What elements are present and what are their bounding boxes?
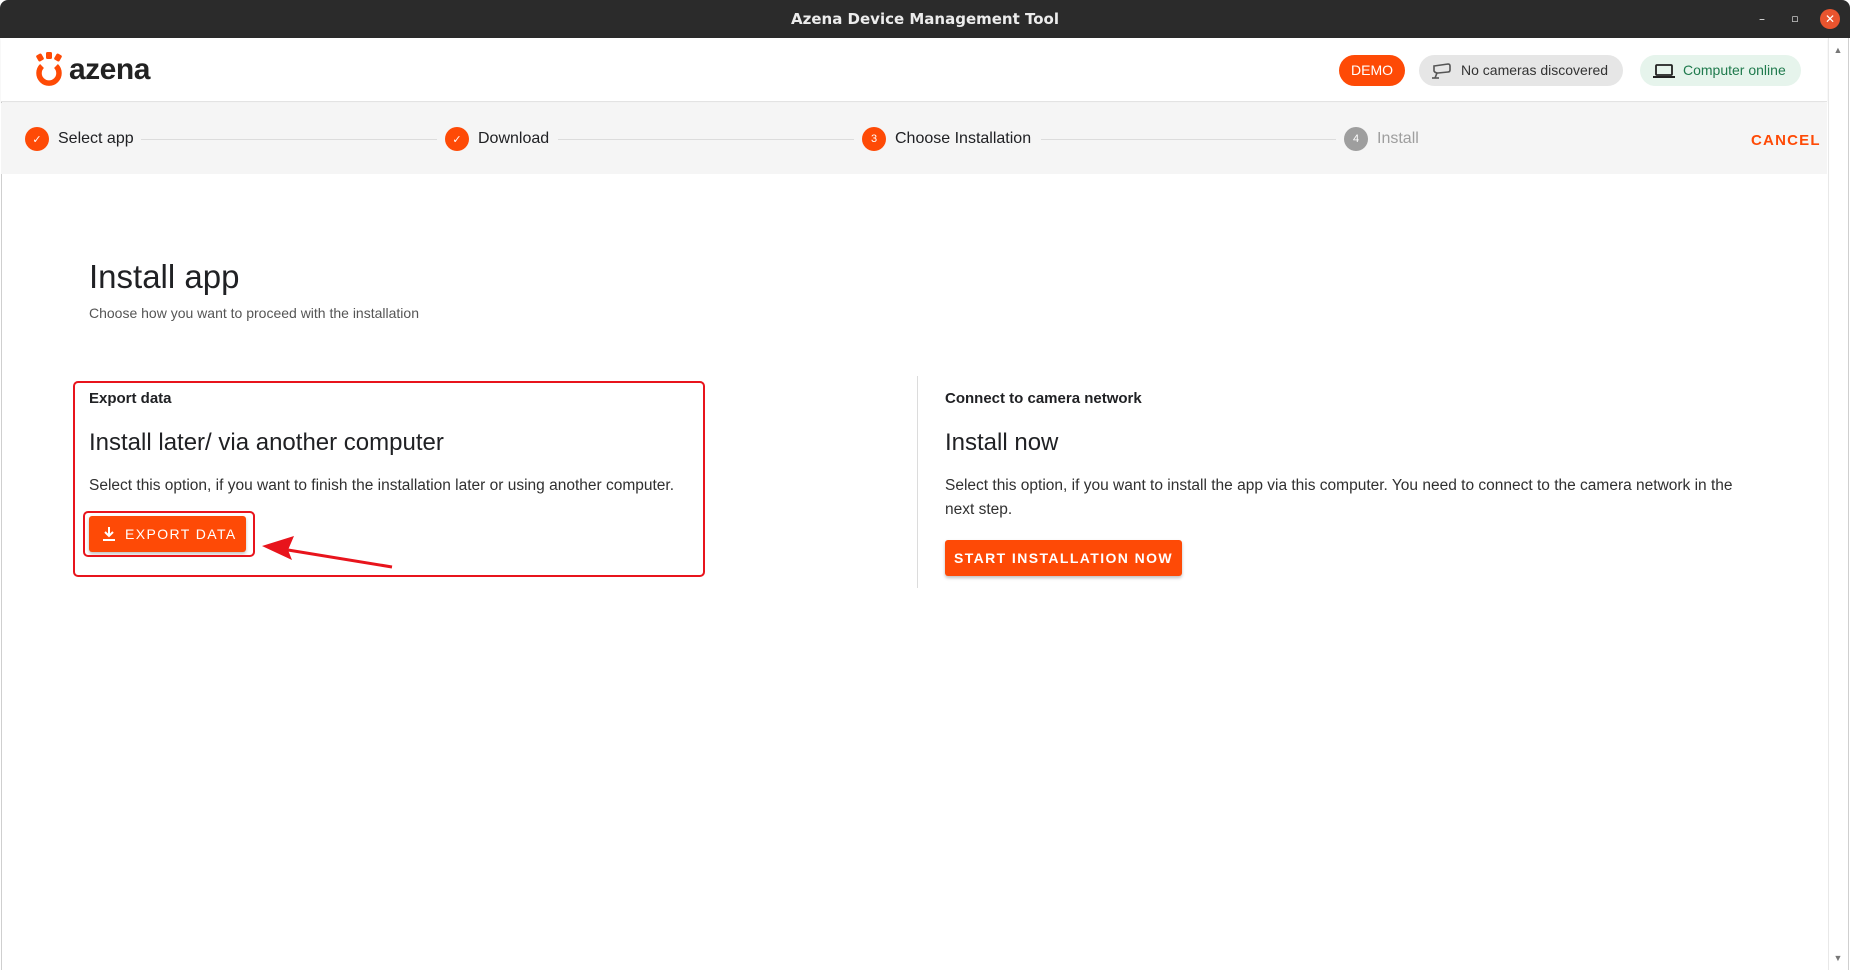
window-titlebar: Azena Device Management Tool – ▫ ✕	[0, 0, 1850, 38]
computer-status-chip[interactable]: Computer online	[1640, 55, 1801, 86]
scroll-down-arrow-icon[interactable]: ▼	[1833, 954, 1843, 963]
step-label: Download	[478, 130, 550, 147]
step-connector	[141, 139, 437, 140]
step-choose-installation: 3 Choose Installation	[862, 127, 1031, 151]
scroll-up-arrow-icon[interactable]: ▲	[1833, 46, 1843, 55]
step-connector	[558, 139, 854, 140]
start-installation-button-label: START INSTALLATION NOW	[954, 550, 1173, 566]
step-connector	[1041, 139, 1336, 140]
install-option-card: Connect to camera network Install now Se…	[945, 390, 1745, 522]
azena-logo[interactable]: azena	[33, 52, 150, 88]
annotation-arrow-icon	[262, 536, 393, 569]
logo-wordmark: azena	[69, 53, 150, 86]
step-done-check-icon: ✓	[445, 127, 469, 151]
computer-status-label: Computer online	[1683, 62, 1786, 78]
azena-logo-icon	[36, 52, 62, 86]
highlight-box-export-button	[83, 511, 255, 557]
camera-icon	[1432, 62, 1451, 79]
maximize-button[interactable]: ▫	[1786, 10, 1804, 28]
step-select-app: ✓ Select app	[25, 127, 134, 151]
laptop-icon	[1653, 63, 1675, 78]
cancel-button[interactable]: CANCEL	[1751, 129, 1821, 153]
cameras-status-label: No cameras discovered	[1461, 62, 1609, 78]
close-window-button[interactable]: ✕	[1820, 9, 1840, 29]
step-install: 4 Install	[1344, 127, 1419, 151]
step-label: Choose Installation	[895, 130, 1032, 147]
app-header: azena DEMO No cameras discovered Compute…	[1, 38, 1827, 102]
demo-badge: DEMO	[1339, 55, 1405, 86]
step-label: Install	[1377, 130, 1419, 147]
install-option-description: Select this option, if you want to insta…	[945, 477, 1733, 518]
minimize-button[interactable]: –	[1753, 10, 1771, 28]
window-title: Azena Device Management Tool	[791, 10, 1059, 28]
step-number-3-icon: 3	[862, 127, 886, 151]
step-number-4-icon: 4	[1344, 127, 1368, 151]
vertical-scrollbar[interactable]: ▲ ▼	[1828, 38, 1848, 970]
step-done-check-icon: ✓	[25, 127, 49, 151]
install-option-eyebrow: Connect to camera network	[945, 390, 1142, 407]
page-title: Install app	[89, 258, 240, 295]
cameras-status-chip[interactable]: No cameras discovered	[1419, 55, 1624, 86]
start-installation-button[interactable]: START INSTALLATION NOW	[945, 540, 1182, 576]
options-divider	[917, 376, 918, 588]
step-download: ✓ Download	[445, 127, 549, 151]
step-label: Select app	[58, 130, 134, 147]
installation-stepper: ✓ Select app ✓ Download 3 Choose Install…	[1, 103, 1827, 174]
install-option-headline: Install now	[945, 429, 1059, 456]
page-subtitle: Choose how you want to proceed with the …	[89, 305, 419, 321]
demo-badge-label: DEMO	[1351, 62, 1393, 78]
